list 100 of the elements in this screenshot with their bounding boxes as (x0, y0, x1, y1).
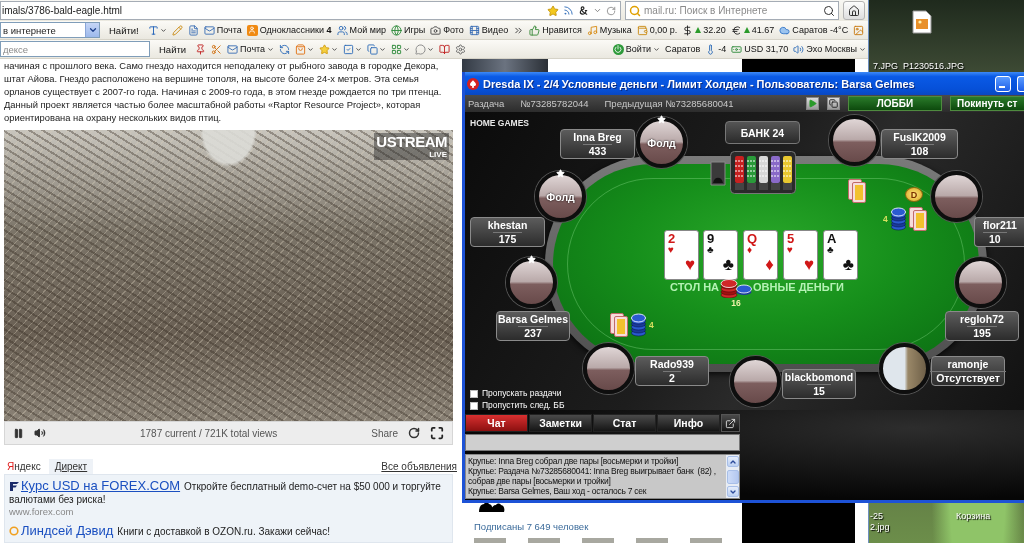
maximize-button[interactable] (1017, 75, 1024, 92)
direct-tab[interactable]: Директ (48, 459, 94, 474)
file-label[interactable]: P1230516.JPG (903, 61, 965, 71)
scroll-up-button[interactable] (726, 456, 739, 467)
toolbar-link[interactable]: Войти (612, 43, 661, 55)
replay-button[interactable] (806, 97, 819, 110)
caret-icon[interactable] (355, 45, 363, 53)
lobby-button[interactable]: ЛОББИ (848, 96, 942, 111)
caret-icon[interactable] (379, 45, 387, 53)
mail-icon[interactable] (227, 43, 239, 55)
search-field[interactable]: mail.ru: Поиск в Интернете (625, 1, 839, 20)
toolbar-link[interactable]: Саратов -4°C (779, 24, 849, 36)
chat-tab[interactable]: Чат (465, 414, 528, 432)
exchange-rate-link[interactable]: 41.67 (730, 24, 775, 36)
scroll-down-button[interactable] (726, 486, 739, 497)
feed-icon[interactable] (563, 5, 574, 16)
image-icon[interactable] (853, 24, 865, 36)
person-icon[interactable] (246, 24, 258, 36)
caret-icon[interactable] (593, 6, 602, 15)
wallet-icon[interactable] (636, 24, 648, 36)
image-file-icon[interactable] (912, 10, 932, 34)
toolbar-link[interactable]: Почта (227, 43, 275, 55)
document-icon[interactable] (187, 24, 199, 36)
film-icon[interactable] (468, 24, 480, 36)
find-button[interactable]: Найти (155, 41, 191, 57)
toolbar-link[interactable]: Музыка (586, 24, 632, 36)
leave-table-button[interactable]: Покинуть ст (950, 96, 1024, 111)
minimize-button[interactable] (995, 75, 1011, 92)
thumbs-up-icon[interactable] (529, 24, 541, 36)
star-icon[interactable] (319, 43, 331, 55)
refresh-icon[interactable] (408, 427, 420, 439)
file-label[interactable]: -25 (870, 511, 883, 521)
pin-icon[interactable] (195, 43, 207, 55)
mail-icon[interactable] (203, 24, 215, 36)
checkbox[interactable] (470, 401, 478, 410)
caret-icon[interactable] (307, 45, 315, 53)
find-button[interactable]: Найти! (105, 22, 143, 38)
toolbar-link[interactable]: Одноклассники 4 (246, 24, 332, 36)
exchange-rate-link[interactable]: 32.20 (682, 24, 726, 36)
all-ads-link[interactable]: Все объявления (381, 461, 457, 472)
restore-button[interactable] (827, 97, 840, 110)
grid-icon[interactable] (391, 43, 403, 55)
camera-icon[interactable] (430, 24, 442, 36)
chevron-down-icon[interactable] (85, 23, 99, 37)
scope-select[interactable]: в интернете (0, 22, 100, 38)
toolbar-link[interactable]: 0,00 р. (636, 24, 678, 36)
fullscreen-icon[interactable] (430, 426, 444, 440)
scissors-icon[interactable] (211, 43, 223, 55)
toolbar-link[interactable]: Видео (468, 24, 509, 36)
caret-icon[interactable] (427, 45, 435, 53)
pause-icon[interactable] (13, 427, 24, 439)
ad-link[interactable]: Линдсей Дэвид (21, 523, 114, 538)
copy-icon[interactable] (367, 43, 379, 55)
scrollbar-thumb[interactable] (726, 469, 739, 484)
globe-icon[interactable] (390, 24, 402, 36)
pencil-icon[interactable] (171, 24, 183, 36)
toolbar-link[interactable]: Фото (430, 24, 464, 36)
people-icon[interactable] (336, 24, 348, 36)
search-engine-icon[interactable] (629, 4, 641, 17)
caret-icon[interactable] (267, 45, 275, 53)
home-button[interactable] (843, 1, 865, 20)
toolbar-link[interactable]: Мой мир (336, 24, 386, 36)
chat-tab[interactable]: Заметки (529, 414, 592, 432)
banknote-icon[interactable] (731, 43, 743, 55)
book-icon[interactable] (439, 43, 451, 55)
share-link[interactable]: Share (371, 427, 398, 439)
chat-tab[interactable]: Инфо (657, 414, 720, 432)
speech-bubble-icon[interactable] (415, 43, 427, 55)
ad-link[interactable]: Курс USD на FOREX.COM (21, 478, 181, 493)
toolbar-link[interactable]: -4 (705, 43, 727, 55)
caret-icon[interactable] (331, 45, 339, 53)
cloud-icon[interactable] (779, 24, 791, 36)
toolbar-link[interactable]: Эхо Москвы (793, 43, 866, 55)
address-field[interactable]: imals/3786-bald-eagle.html (0, 1, 621, 20)
search-icon[interactable] (823, 4, 835, 17)
caret-icon[interactable] (403, 45, 411, 53)
caret-icon[interactable] (859, 45, 866, 53)
chat-tab[interactable]: Стат (593, 414, 656, 432)
checkbox[interactable] (470, 389, 478, 398)
file-label[interactable]: 2.jpg (870, 522, 890, 532)
music-note-icon[interactable] (586, 24, 598, 36)
settings-icon[interactable] (455, 43, 467, 55)
toolbar-link[interactable]: Почта (203, 24, 242, 36)
toolbar-link[interactable]: USD 31,70 (731, 43, 789, 55)
speaker-icon[interactable] (34, 427, 46, 439)
chat-input[interactable] (465, 434, 740, 451)
popout-button[interactable] (721, 414, 740, 432)
caret-icon[interactable] (159, 26, 167, 34)
text-icon[interactable] (147, 24, 159, 36)
power-icon[interactable] (612, 43, 624, 55)
ampersand-icon[interactable] (578, 5, 589, 16)
file-label[interactable]: 7.JPG (873, 61, 898, 71)
reload-icon[interactable] (606, 5, 616, 16)
toolbar-link[interactable]: Нравится (529, 24, 582, 36)
bag-icon[interactable] (295, 43, 307, 55)
checkbox-icon[interactable] (343, 43, 355, 55)
toolbar-link[interactable]: Игры (390, 24, 426, 36)
caret-icon[interactable] (653, 45, 661, 53)
star-icon[interactable] (547, 4, 559, 17)
search-field[interactable]: дексе (0, 41, 150, 57)
